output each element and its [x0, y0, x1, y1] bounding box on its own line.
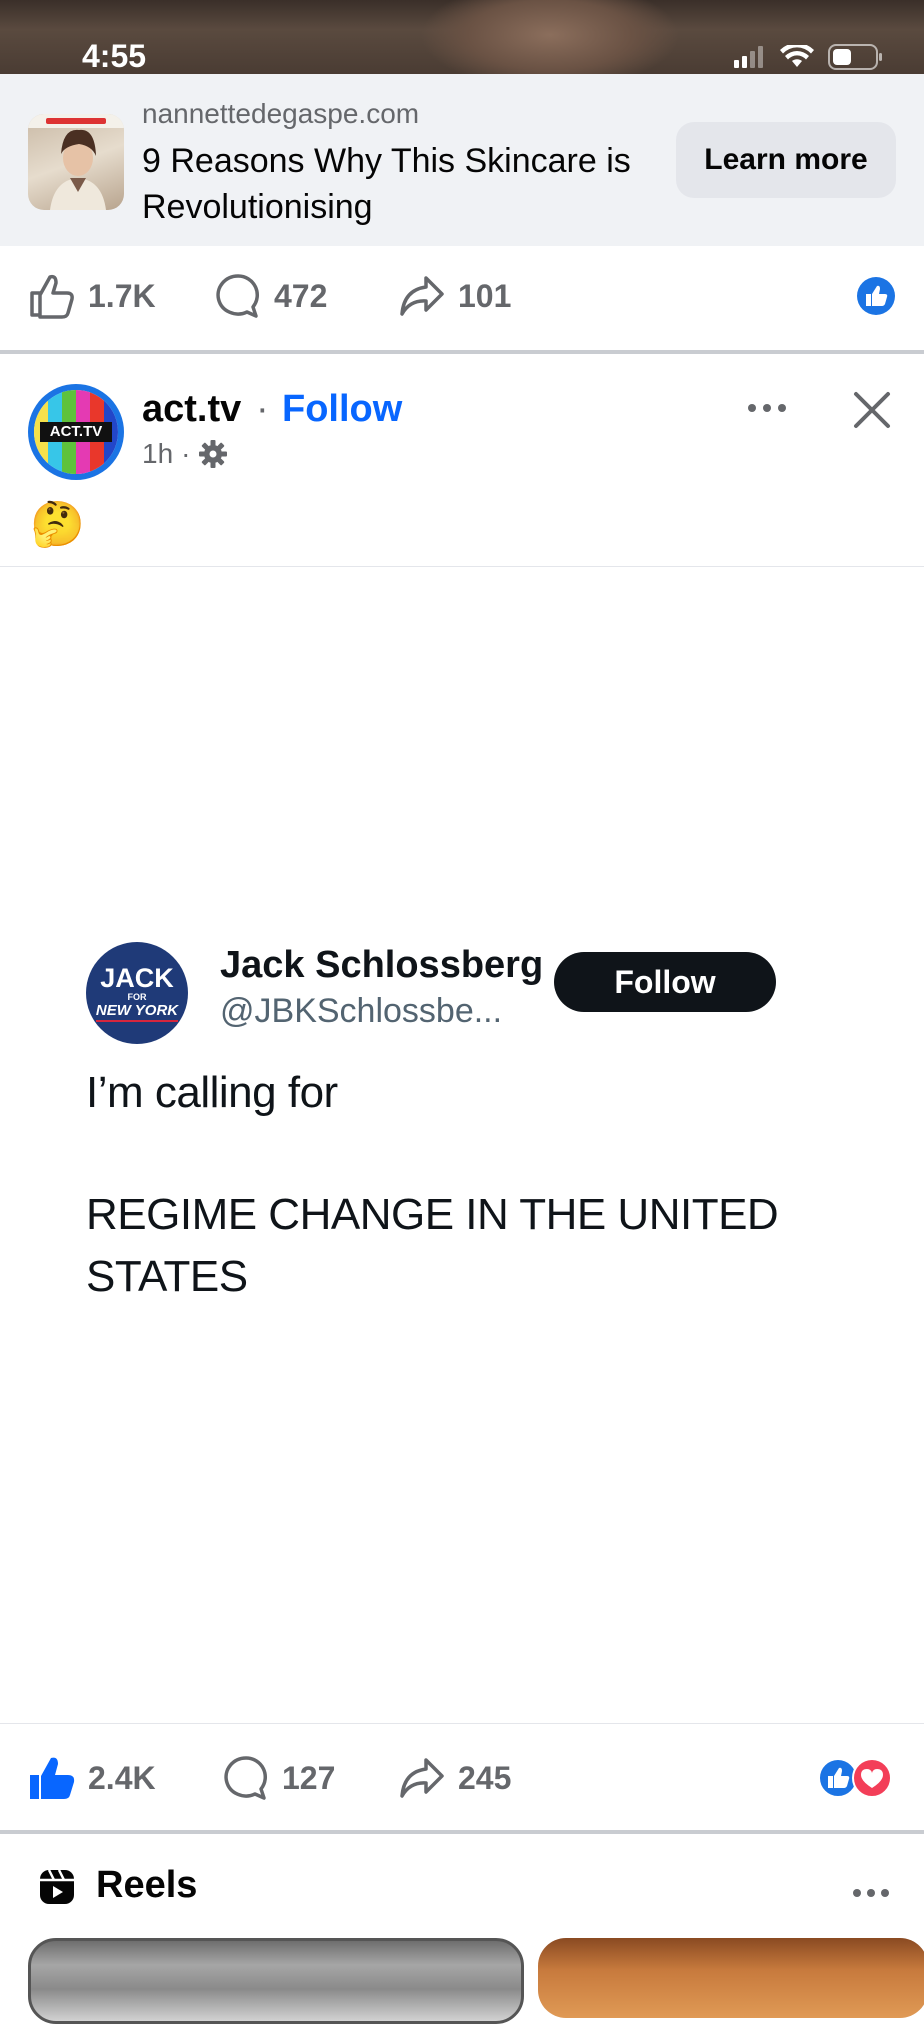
comment-button[interactable]: 472	[214, 272, 327, 320]
like-button[interactable]: 2.4K	[28, 1755, 156, 1801]
wifi-icon	[780, 45, 814, 67]
avatar-line-jack: JACK	[100, 963, 174, 993]
comment-icon	[224, 1756, 267, 1800]
section-divider	[0, 1830, 924, 1834]
like-count: 2.4K	[88, 1759, 156, 1796]
reaction-summary[interactable]	[856, 276, 896, 316]
signal-icon	[734, 46, 763, 68]
comment-button[interactable]: 127	[222, 1754, 335, 1802]
like-button[interactable]: 1.7K	[28, 273, 156, 319]
audience-gear-icon	[199, 440, 228, 468]
name-separator: ·	[256, 388, 269, 430]
background-photo-detail	[420, 0, 680, 74]
ad-actions-bar: 1.7K 472 101	[0, 246, 924, 346]
share-icon	[400, 1758, 444, 1798]
tweet-author-avatar: JACK FOR NEW YORK	[86, 942, 188, 1044]
tweet-text-line-1: I’m calling for	[86, 1068, 338, 1117]
status-time: 4:55	[82, 38, 147, 74]
hide-post-button[interactable]	[852, 390, 892, 435]
page-avatar[interactable]: ACT.TV	[28, 384, 124, 480]
ad-domain: nannettedegaspe.com	[142, 98, 420, 129]
sponsored-link-card[interactable]: nannettedegaspe.com 9 Reasons Why This S…	[0, 74, 924, 246]
follow-page-button[interactable]: Follow	[282, 388, 402, 431]
battery-icon	[828, 44, 882, 70]
image-divider	[0, 1723, 924, 1724]
share-button[interactable]: 101	[398, 274, 511, 318]
tweet-follow-button: Follow	[554, 952, 776, 1012]
status-icons	[734, 44, 884, 70]
comment-count: 472	[274, 277, 328, 314]
ad-headline[interactable]: 9 Reasons Why This Skincare is Revolutio…	[142, 138, 662, 230]
ad-thumbnail[interactable]	[28, 114, 124, 210]
tweet-author-name: Jack Schlossberg	[220, 944, 544, 986]
thumbs-up-outline-icon	[30, 274, 74, 319]
comment-icon	[216, 274, 259, 318]
post-time[interactable]: 1h	[142, 438, 173, 470]
section-divider	[0, 350, 924, 354]
thumbs-up-filled-icon	[30, 1757, 75, 1799]
share-button[interactable]: 245	[398, 1756, 511, 1800]
share-icon	[400, 276, 444, 316]
reel-thumbnail[interactable]	[538, 1938, 924, 2018]
avatar-line-for: FOR	[127, 992, 147, 1002]
tweet-author-handle: @JBKSchlossbe...	[220, 992, 503, 1030]
tweet-text-line-3: STATES	[86, 1252, 248, 1301]
ellipsis-icon	[853, 1889, 889, 1897]
like-reaction-icon	[857, 277, 895, 315]
post-caption-emoji: 🤔	[30, 500, 85, 549]
close-icon	[854, 392, 890, 428]
like-count: 1.7K	[88, 277, 156, 314]
ellipsis-icon	[748, 404, 786, 412]
love-reaction-icon	[852, 1758, 892, 1798]
post-meta: 1h ·	[142, 438, 228, 470]
tweet-text-line-2: REGIME CHANGE IN THE UNITED	[86, 1190, 779, 1239]
reaction-summary[interactable]	[818, 1758, 892, 1798]
post-image[interactable]	[0, 567, 924, 1723]
reels-section-title: Reels	[96, 1864, 198, 1906]
avatar-line-new-york: NEW YORK	[95, 1002, 179, 1022]
reel-thumbnail[interactable]	[28, 1938, 524, 2024]
reels-section-icon-wrap	[38, 1868, 76, 1911]
post-actions-bar: 2.4K 127 245	[0, 1728, 924, 1828]
share-count: 101	[458, 277, 512, 314]
meta-separator: ·	[181, 438, 191, 469]
page-name[interactable]: act.tv	[142, 388, 241, 431]
avatar-text: ACT.TV	[49, 423, 103, 440]
more-options-button[interactable]	[744, 390, 790, 435]
reels-icon	[40, 1869, 74, 1904]
comment-count: 127	[282, 1759, 336, 1796]
learn-more-button[interactable]: Learn more	[676, 122, 896, 198]
reels-more-button[interactable]	[850, 1876, 892, 1915]
share-count: 245	[458, 1759, 512, 1796]
